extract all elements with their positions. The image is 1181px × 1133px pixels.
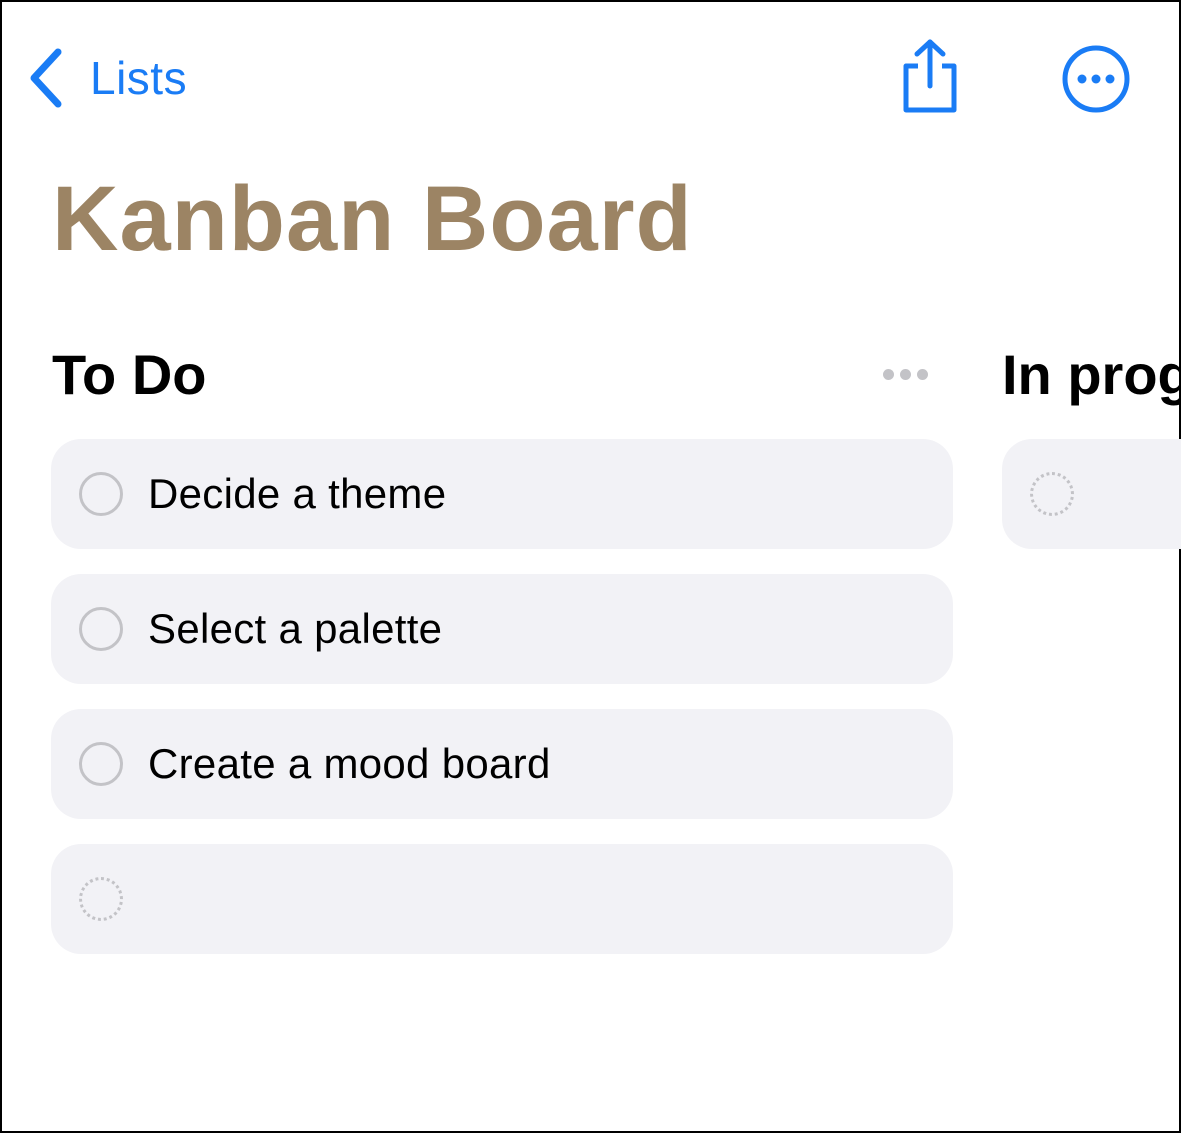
column-more-button[interactable] xyxy=(880,364,936,386)
share-button[interactable] xyxy=(898,38,962,114)
task-checkbox[interactable] xyxy=(79,607,123,651)
task-title: Decide a theme xyxy=(148,470,447,517)
ellipsis-circle-icon xyxy=(1062,45,1130,113)
task-title: Select a palette xyxy=(148,605,443,652)
dot-icon xyxy=(883,369,894,380)
share-icon xyxy=(903,39,957,113)
task-checkbox[interactable] xyxy=(79,472,123,516)
task-checkbox[interactable] xyxy=(79,742,123,786)
new-task-checkbox xyxy=(1030,472,1074,516)
dot-icon xyxy=(917,369,928,380)
new-task-card[interactable] xyxy=(1002,439,1181,549)
task-title: Create a mood board xyxy=(148,740,551,787)
new-task-checkbox xyxy=(79,877,123,921)
back-button[interactable]: Lists xyxy=(28,46,187,110)
chevron-left-icon xyxy=(30,48,62,108)
page-title: Kanban Board xyxy=(52,168,693,270)
more-options-button[interactable] xyxy=(1061,44,1131,114)
dot-icon xyxy=(900,369,911,380)
column-title-to-do: To Do xyxy=(52,343,207,406)
back-label: Lists xyxy=(90,52,188,104)
task-card[interactable]: Select a palette xyxy=(51,574,953,684)
new-task-card[interactable] xyxy=(51,844,953,954)
task-card[interactable]: Create a mood board xyxy=(51,709,953,819)
column-title-in-progress: In prog xyxy=(1002,343,1181,406)
task-card[interactable]: Decide a theme xyxy=(51,439,953,549)
navigation-bar: Lists xyxy=(2,2,1179,152)
